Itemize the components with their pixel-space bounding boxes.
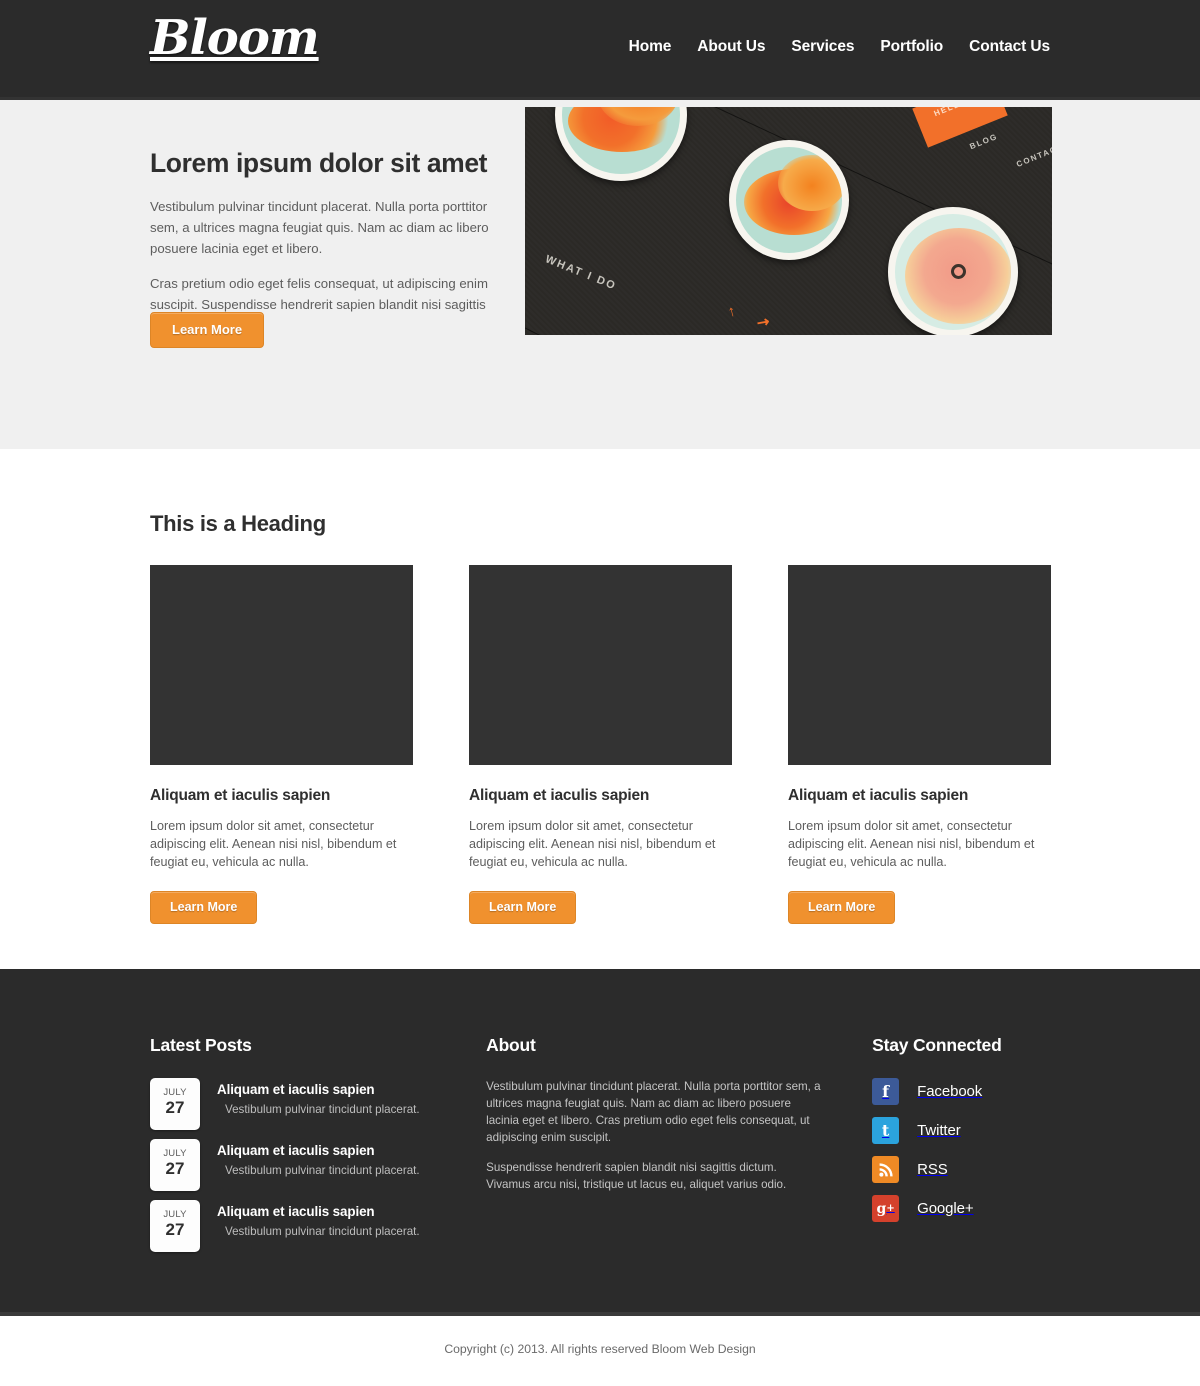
google-plus-icon: g + (872, 1195, 900, 1222)
hero-learn-more-button[interactable]: Learn More (150, 312, 265, 348)
site-header: Bloom Home About Us Services Portfolio C… (0, 0, 1200, 100)
post-body: Aliquam et iaculis sapien Vestibulum pul… (217, 1078, 420, 1116)
social-label-facebook: Facebook (917, 1083, 983, 1100)
hero-disc-3-magnifier (951, 264, 966, 279)
nav-contact-us[interactable]: Contact Us (969, 38, 1050, 56)
facebook-icon: f (872, 1078, 900, 1105)
social-label-twitter: Twitter (917, 1122, 961, 1139)
social-link-twitter[interactable]: t Twitter (872, 1117, 1050, 1144)
nav-services[interactable]: Services (791, 38, 854, 56)
post-date-badge: JULY 27 (150, 1078, 200, 1130)
list-item[interactable]: JULY 27 Aliquam et iaculis sapien Vestib… (150, 1139, 476, 1191)
hero-title: Lorem ipsum dolor sit amet (150, 148, 488, 178)
features-heading: This is a Heading (150, 511, 326, 536)
social-label-google-plus: Google+ (917, 1200, 974, 1217)
about-paragraph-2: Suspendisse hendrerit sapien blandit nis… (486, 1161, 787, 1191)
footer-inner: Latest Posts JULY 27 Aliquam et iaculis … (150, 969, 1050, 1261)
feature-card-learn-more-button[interactable]: Learn More (150, 891, 258, 924)
nav-about-us[interactable]: About Us (697, 38, 765, 56)
features-section: This is a Heading Aliquam et iaculis sap… (0, 449, 1200, 969)
page-root: Bloom Home About Us Services Portfolio C… (0, 0, 1200, 1386)
latest-posts-title: Latest Posts (150, 1035, 252, 1055)
hero-section: Lorem ipsum dolor sit amet Vestibulum pu… (0, 100, 1200, 449)
feature-card: Aliquam et iaculis sapien Lorem ipsum do… (469, 565, 732, 924)
social-link-google-plus[interactable]: g + Google+ (872, 1195, 1050, 1222)
feature-card-thumbnail[interactable] (469, 565, 732, 765)
list-item[interactable]: JULY 27 Aliquam et iaculis sapien Vestib… (150, 1078, 476, 1130)
features-inner: This is a Heading Aliquam et iaculis sap… (150, 449, 1051, 924)
feature-card-text: Lorem ipsum dolor sit amet, consectetur … (469, 819, 716, 869)
stay-connected-title: Stay Connected (872, 1035, 1002, 1055)
post-title[interactable]: Aliquam et iaculis sapien (217, 1143, 420, 1158)
feature-card-title: Aliquam et iaculis sapien (788, 787, 969, 804)
hero-disc-3 (888, 207, 1018, 335)
list-item[interactable]: JULY 27 Aliquam et iaculis sapien Vestib… (150, 1200, 476, 1252)
footer-social-column: Stay Connected f Facebook t Twitter RSS … (872, 1035, 1050, 1261)
post-date-month: JULY (163, 1087, 187, 1098)
rss-icon (872, 1156, 900, 1183)
feature-card-title: Aliquam et iaculis sapien (150, 787, 331, 804)
post-date-day: 27 (165, 1220, 185, 1239)
feature-card-title: Aliquam et iaculis sapien (469, 787, 650, 804)
post-date-badge: JULY 27 (150, 1200, 200, 1252)
hero-disc-2 (729, 140, 849, 260)
feature-card-learn-more-button[interactable]: Learn More (469, 891, 577, 924)
about-paragraph-1: Vestibulum pulvinar tincidunt placerat. … (486, 1080, 821, 1144)
hero-inner: Lorem ipsum dolor sit amet Vestibulum pu… (150, 100, 1052, 449)
twitter-icon: t (872, 1117, 900, 1144)
social-label-rss: RSS (917, 1161, 948, 1178)
hero-paragraph-1: Vestibulum pulvinar tincidunt placerat. … (150, 199, 489, 256)
post-body: Aliquam et iaculis sapien Vestibulum pul… (217, 1139, 420, 1177)
feature-card-thumbnail[interactable] (150, 565, 413, 765)
post-excerpt: Vestibulum pulvinar tincidunt placerat. (225, 1164, 420, 1177)
main-navigation: Home About Us Services Portfolio Contact… (629, 38, 1050, 56)
post-date-day: 27 (165, 1098, 185, 1117)
post-body: Aliquam et iaculis sapien Vestibulum pul… (217, 1200, 420, 1238)
feature-card-learn-more-button[interactable]: Learn More (788, 891, 896, 924)
post-excerpt: Vestibulum pulvinar tincidunt placerat. (225, 1103, 420, 1116)
about-title: About (486, 1035, 536, 1055)
post-date-badge: JULY 27 (150, 1139, 200, 1191)
feature-card: Aliquam et iaculis sapien Lorem ipsum do… (788, 565, 1051, 924)
site-footer: Latest Posts JULY 27 Aliquam et iaculis … (0, 969, 1200, 1316)
social-link-facebook[interactable]: f Facebook (872, 1078, 1050, 1105)
copyright-bar: Copyright (c) 2013. All rights reserved … (0, 1316, 1200, 1386)
footer-about-column: About Vestibulum pulvinar tincidunt plac… (486, 1035, 822, 1261)
hero-disc-2-art-2 (778, 155, 842, 211)
feature-card-list: Aliquam et iaculis sapien Lorem ipsum do… (150, 565, 1051, 924)
post-title[interactable]: Aliquam et iaculis sapien (217, 1082, 420, 1097)
feature-card-text: Lorem ipsum dolor sit amet, consectetur … (150, 819, 397, 869)
social-link-rss[interactable]: RSS (872, 1156, 1050, 1183)
feature-card: Aliquam et iaculis sapien Lorem ipsum do… (150, 565, 413, 924)
header-inner: Bloom Home About Us Services Portfolio C… (150, 0, 1050, 97)
hero-image: HELLO BLOG CONTACT WHAT I DO ↑ ↗ (525, 107, 1052, 335)
footer-latest-posts-column: Latest Posts JULY 27 Aliquam et iaculis … (150, 1035, 476, 1261)
nav-portfolio[interactable]: Portfolio (880, 38, 943, 56)
post-date-day: 27 (165, 1159, 185, 1178)
post-date-month: JULY (163, 1209, 187, 1220)
site-logo[interactable]: Bloom (150, 14, 320, 62)
feature-card-thumbnail[interactable] (788, 565, 1051, 765)
copyright-text: Copyright (c) 2013. All rights reserved … (444, 1342, 756, 1356)
post-date-month: JULY (163, 1148, 187, 1159)
post-excerpt: Vestibulum pulvinar tincidunt placerat. (225, 1225, 420, 1238)
post-title[interactable]: Aliquam et iaculis sapien (217, 1204, 420, 1219)
nav-home[interactable]: Home (629, 38, 672, 56)
feature-card-text: Lorem ipsum dolor sit amet, consectetur … (788, 819, 1035, 869)
